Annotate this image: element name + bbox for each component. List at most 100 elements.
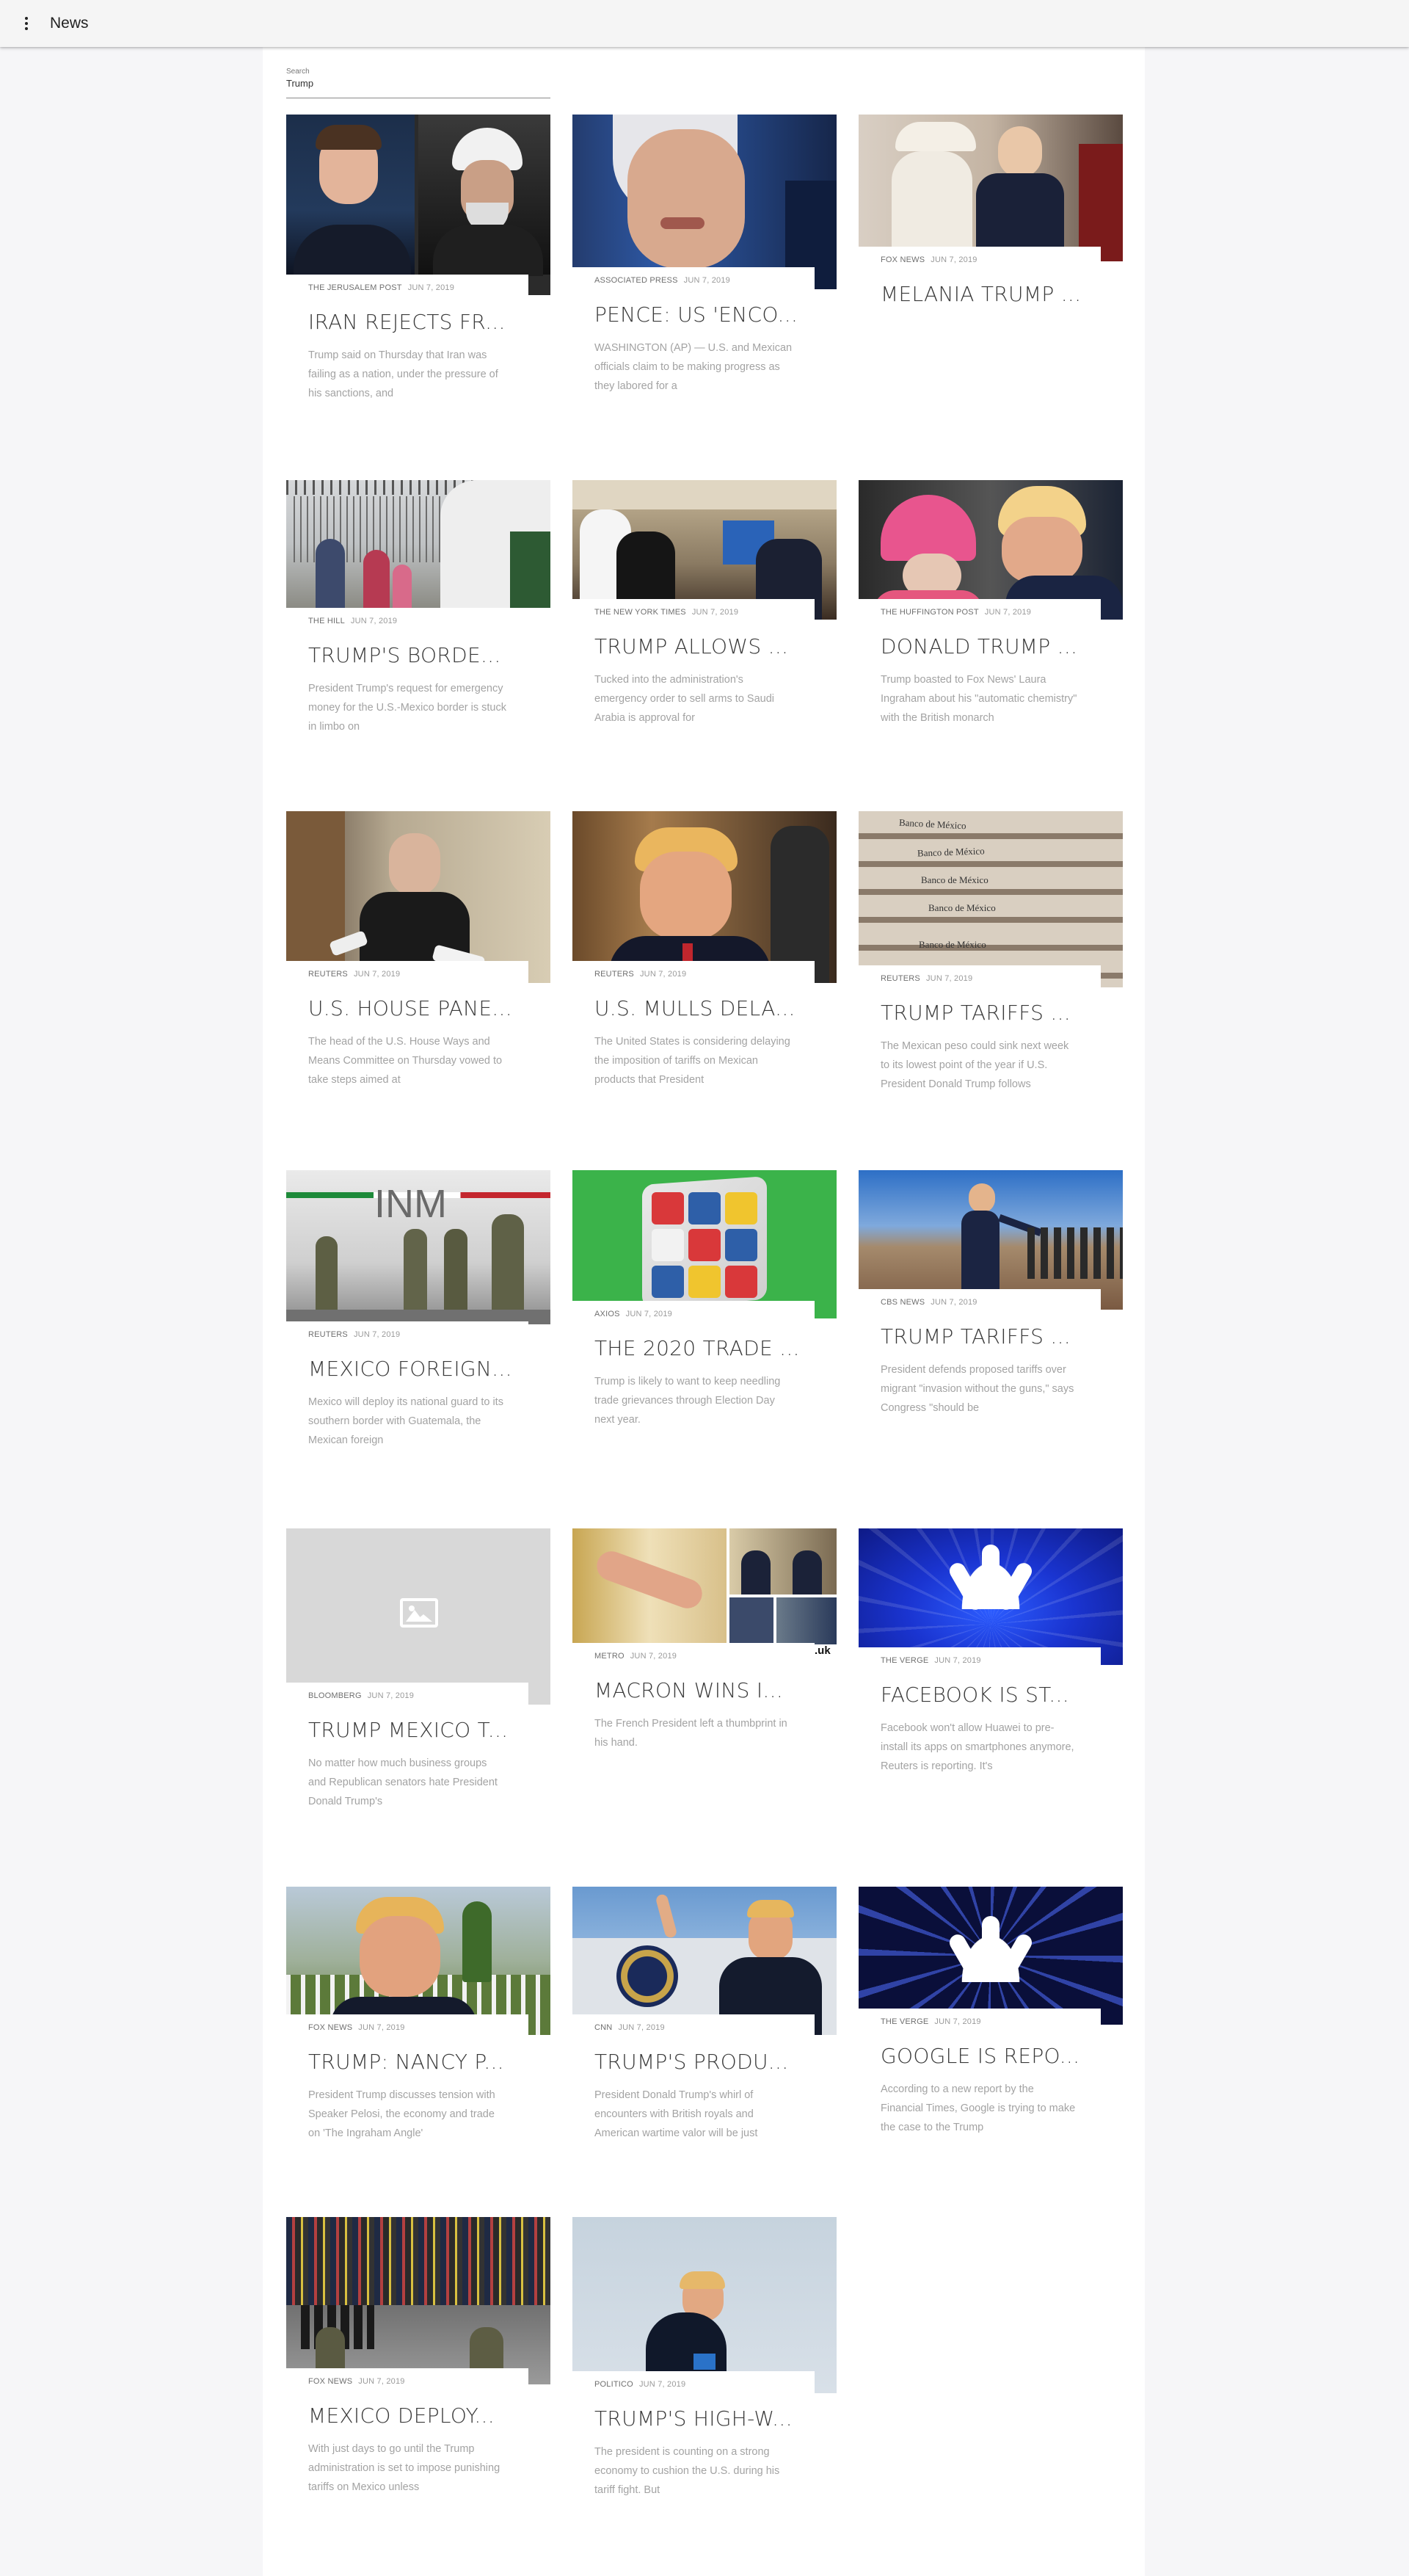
article-snippet: The president is counting on a strong ec…: [594, 2446, 780, 2496]
article-date: JUN 7, 2019: [358, 2023, 405, 2032]
article-image: [572, 115, 837, 289]
article-headline[interactable]: TRUMP'S PRODU...: [594, 2050, 793, 2074]
article-snippet: President Trump's request for emergency …: [308, 683, 506, 733]
article-headline[interactable]: TRUMP MEXICO T...: [308, 1718, 508, 1742]
article-headline[interactable]: GOOGLE IS REPO...: [881, 2044, 1079, 2068]
article-headline[interactable]: TRUMP ALLOWS ...: [594, 634, 793, 658]
article-text: ASSOCIATED PRESS JUN 7, 2019 PENCE: US 'E…: [572, 267, 815, 396]
article-source: THE HUFFINGTON POST: [881, 608, 979, 617]
article-headline[interactable]: TRUMP'S BORDE...: [308, 643, 506, 667]
article-text: FOX NEWS JUN 7, 2019 MELANIA TRUMP ...: [859, 247, 1101, 375]
article-image: [859, 1887, 1123, 2025]
article-source: THE VERGE: [881, 2017, 929, 2026]
article-snippet: The Mexican peso could sink next week to…: [881, 1040, 1069, 1090]
article-snippet: President Trump discusses tension with S…: [308, 2089, 495, 2139]
article-date: JUN 7, 2019: [630, 1652, 677, 1661]
article-image: [286, 115, 550, 295]
article-headline[interactable]: MELANIA TRUMP ...: [881, 282, 1081, 306]
article-image: [572, 2217, 837, 2393]
article-headline[interactable]: TRUMP TARIFFS ...: [881, 1001, 1079, 1025]
article-text: REUTERS JUN 7, 2019 TRUMP TARIFFS ... The…: [859, 965, 1101, 1094]
article-snippet: Trump boasted to Fox News' Laura Ingraha…: [881, 674, 1077, 724]
article-text: THE JERUSALEM POST JUN 7, 2019 IRAN REJEC…: [286, 275, 528, 403]
search-label: Search: [286, 68, 310, 76]
article-text: THE VERGE JUN 7, 2019 FACEBOOK IS ST... F…: [859, 1647, 1101, 1776]
article-headline[interactable]: MACRON WINS I...: [594, 1678, 793, 1702]
article-headline[interactable]: TRUMP'S HIGH-W...: [594, 2406, 793, 2431]
article-source: ASSOCIATED PRESS: [594, 276, 678, 285]
article-image: [286, 2217, 550, 2384]
more-vert-icon[interactable]: [18, 15, 35, 32]
article-headline[interactable]: TRUMP TARIFFS ...: [881, 1324, 1079, 1349]
article-image: [286, 811, 550, 983]
article-source: FOX NEWS: [308, 2023, 353, 2032]
article-image: [286, 1887, 550, 2035]
article-source: REUTERS: [881, 974, 920, 983]
article-text: CBS NEWS JUN 7, 2019 TRUMP TARIFFS ... Pr…: [859, 1289, 1101, 1418]
article-headline[interactable]: PENCE: US 'ENCO...: [594, 302, 798, 327]
app-bar: News: [0, 0, 1409, 47]
bank-label: Banco de México: [921, 874, 989, 885]
article-date: JUN 7, 2019: [618, 2023, 665, 2032]
article-snippet: Trump is likely to want to keep needling…: [594, 1376, 781, 1426]
article-text: FOX NEWS JUN 7, 2019 TRUMP: NANCY P... Pr…: [286, 2014, 528, 2143]
article-image: [572, 1887, 837, 2035]
article-source: FOX NEWS: [881, 255, 925, 264]
article-snippet: Trump said on Thursday that Iran was fai…: [308, 349, 498, 399]
article-source: THE JERUSALEM POST: [308, 283, 402, 292]
article-date: JUN 7, 2019: [934, 1656, 981, 1665]
article-text: REUTERS JUN 7, 2019 U.S. HOUSE PANE... Th…: [286, 961, 528, 1089]
article-headline[interactable]: MEXICO FOREIGN...: [308, 1357, 511, 1381]
article-text: BLOOMBERG JUN 7, 2019 TRUMP MEXICO T... N…: [286, 1683, 528, 1811]
article-date: JUN 7, 2019: [407, 283, 455, 292]
article-text: THE HILL JUN 7, 2019 TRUMP'S BORDE... Pre…: [286, 608, 528, 736]
article-source: THE VERGE: [881, 1656, 929, 1665]
article-snippet: WASHINGTON (AP) — U.S. and Mexican offic…: [594, 342, 793, 392]
news-content: Search THE JERUSALEM POST JUN 7, 2019 IRA…: [263, 47, 1145, 2576]
article-headline[interactable]: DONALD TRUMP ...: [881, 634, 1079, 658]
article-image: Banco de México Banco de México Banco de…: [859, 811, 1123, 987]
article-date: JUN 7, 2019: [925, 974, 973, 983]
article-source: REUTERS: [308, 970, 348, 979]
article-source: FOX NEWS: [308, 2377, 353, 2386]
article-text: AXIOS JUN 7, 2019 THE 2020 TRADE ... Trum…: [572, 1301, 815, 1429]
article-date: JUN 7, 2019: [984, 608, 1032, 617]
article-date: JUN 7, 2019: [625, 1310, 672, 1318]
article-source: POLITICO: [594, 2380, 633, 2389]
article-date: JUN 7, 2019: [691, 608, 739, 617]
article-image: [572, 811, 837, 983]
article-date: JUN 7, 2019: [931, 255, 977, 264]
article-image: INM: [286, 1170, 550, 1324]
article-headline[interactable]: U.S. HOUSE PANE...: [308, 996, 512, 1020]
article-text: CNN JUN 7, 2019 TRUMP'S PRODU... Presiden…: [572, 2014, 815, 2143]
article-date: JUN 7, 2019: [683, 276, 730, 285]
article-headline[interactable]: THE 2020 TRADE ...: [594, 1336, 799, 1360]
bank-label: Banco de México: [919, 939, 986, 950]
article-snippet: President Donald Trump's whirl of encoun…: [594, 2089, 758, 2139]
article-headline[interactable]: FACEBOOK IS ST...: [881, 1683, 1079, 1707]
article-source: CNN: [594, 2023, 613, 2032]
article-headline[interactable]: U.S. MULLS DELA...: [594, 996, 795, 1020]
search-field[interactable]: Search: [286, 68, 550, 98]
article-headline[interactable]: IRAN REJECTS FR...: [308, 310, 506, 334]
article-date: JUN 7, 2019: [350, 617, 398, 625]
article-text: THE VERGE JUN 7, 2019 GOOGLE IS REPO... A…: [859, 2009, 1101, 2137]
article-image: [859, 1528, 1123, 1665]
article-source: THE NEW YORK TIMES: [594, 608, 686, 617]
article-text: METRO JUN 7, 2019 MACRON WINS I... The Fr…: [572, 1643, 815, 1771]
image-placeholder-icon: [400, 1598, 438, 1628]
article-headline[interactable]: MEXICO DEPLOY...: [308, 2403, 506, 2428]
image-caption-fragment: .uk: [815, 1644, 831, 1657]
article-snippet: The French President left a thumbprint i…: [594, 1718, 787, 1749]
article-image: [286, 1528, 550, 1705]
article-date: JUN 7, 2019: [931, 1298, 977, 1307]
search-input[interactable]: [286, 78, 550, 89]
article-snippet: According to a new report by the Financi…: [881, 2083, 1076, 2133]
article-date: JUN 7, 2019: [358, 2377, 405, 2386]
article-headline[interactable]: TRUMP: NANCY P...: [308, 2050, 506, 2074]
article-date: JUN 7, 2019: [367, 1691, 415, 1700]
article-snippet: The United States is considering delayin…: [594, 1036, 790, 1086]
article-snippet: President defends proposed tariffs over …: [881, 1364, 1074, 1414]
article-text: POLITICO JUN 7, 2019 TRUMP'S HIGH-W... Th…: [572, 2371, 815, 2500]
article-date: JUN 7, 2019: [638, 2380, 686, 2389]
